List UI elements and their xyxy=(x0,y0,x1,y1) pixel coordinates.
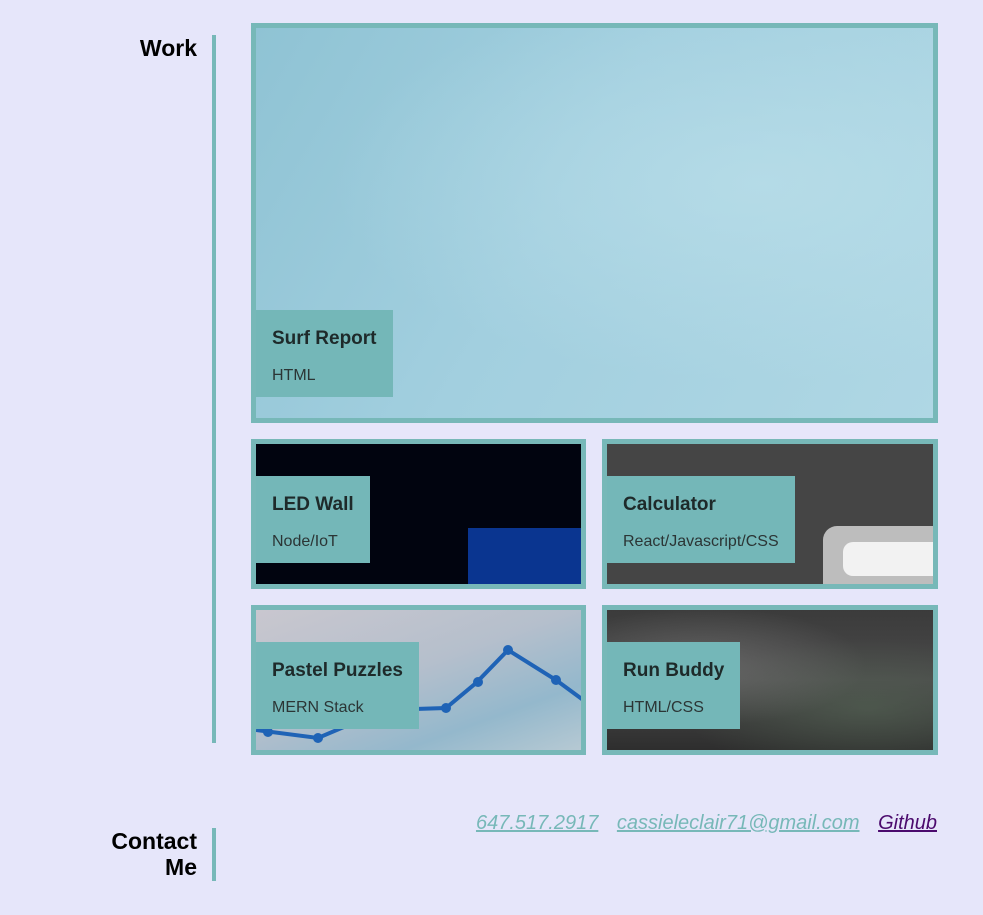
phone-link[interactable]: 647.517.2917 xyxy=(476,812,598,834)
project-tech: HTML xyxy=(272,367,316,384)
project-label[interactable]: Calculator React/Javascript/CSS xyxy=(607,476,795,563)
project-label[interactable]: Pastel Puzzles MERN Stack xyxy=(256,642,419,729)
project-title: Calculator xyxy=(623,494,716,515)
project-card-led-wall[interactable]: LED Wall Node/IoT xyxy=(251,439,586,589)
contact-heading-line2: Me xyxy=(165,854,197,880)
project-tech: React/Javascript/CSS xyxy=(623,533,779,550)
project-card-pastel-puzzles[interactable]: Pastel Puzzles MERN Stack xyxy=(251,605,586,755)
project-card-calculator[interactable]: Calculator React/Javascript/CSS xyxy=(602,439,938,589)
project-tech: MERN Stack xyxy=(272,699,364,716)
contact-divider xyxy=(212,828,216,881)
project-label[interactable]: Surf Report HTML xyxy=(256,310,393,397)
project-tech: HTML/CSS xyxy=(623,699,704,716)
project-label[interactable]: LED Wall Node/IoT xyxy=(256,476,370,563)
portfolio-page: Work Surf Report HTML LED Wall Node/IoT … xyxy=(0,0,983,915)
contact-heading-line1: Contact xyxy=(111,828,197,854)
contact-links: 647.517.2917 cassieleclair71@gmail.com G… xyxy=(463,812,937,835)
github-link[interactable]: Github xyxy=(878,812,937,834)
project-title: Run Buddy xyxy=(623,660,725,681)
project-title: LED Wall xyxy=(272,494,354,515)
project-title: Surf Report xyxy=(272,328,377,349)
led-panel-shape xyxy=(468,528,581,584)
email-link[interactable]: cassieleclair71@gmail.com xyxy=(617,812,860,834)
calculator-key-face xyxy=(843,542,933,576)
project-title: Pastel Puzzles xyxy=(272,660,403,681)
project-card-run-buddy[interactable]: Run Buddy HTML/CSS xyxy=(602,605,938,755)
work-divider xyxy=(212,35,216,743)
contact-heading: Contact Me xyxy=(111,828,197,880)
work-heading: Work xyxy=(139,35,197,61)
project-label[interactable]: Run Buddy HTML/CSS xyxy=(607,642,741,729)
project-card-surf-report[interactable]: Surf Report HTML xyxy=(251,23,938,423)
project-tech: Node/IoT xyxy=(272,533,338,550)
